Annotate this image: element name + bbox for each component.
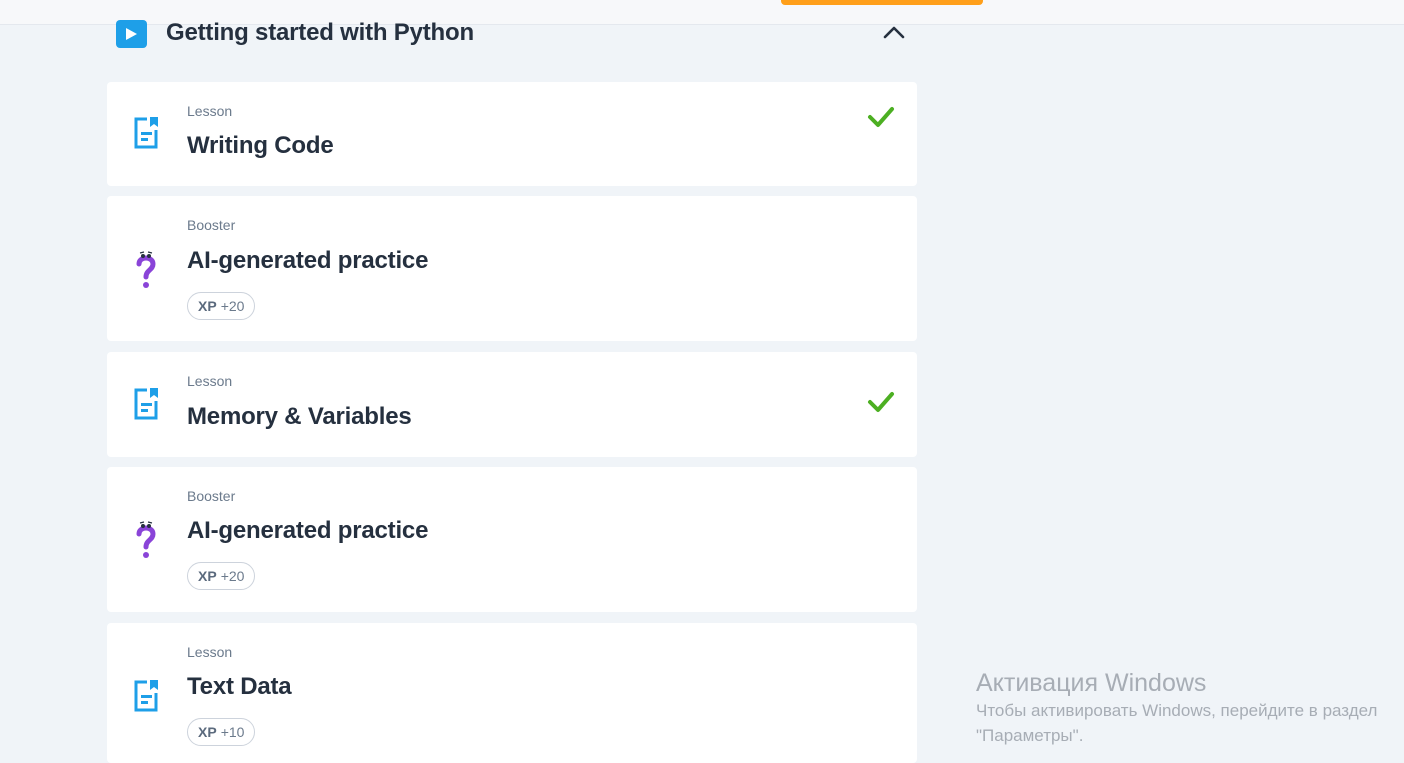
- booster-question-icon: [136, 251, 156, 288]
- xp-badge: XP +20: [187, 292, 256, 320]
- item-type-label: Booster: [187, 488, 236, 504]
- booster-question-icon: [136, 521, 156, 558]
- windows-activation-watermark: Активация Windows Чтобы активировать Win…: [976, 668, 1377, 748]
- lesson-document-icon: [134, 117, 158, 149]
- xp-label: XP: [198, 568, 217, 584]
- windows-activation-line1: Чтобы активировать Windows, перейдите в …: [976, 701, 1378, 720]
- xp-value: +10: [220, 724, 245, 740]
- item-type-label: Lesson: [187, 373, 233, 389]
- item-type-label: Lesson: [187, 103, 233, 119]
- lesson-card[interactable]: Lesson Memory & Variables: [107, 352, 917, 457]
- section-title: Getting started with Python: [166, 19, 474, 46]
- lesson-card[interactable]: Lesson Text Data XP +10: [107, 623, 917, 763]
- lesson-document-icon: [134, 680, 158, 712]
- item-type-label: Booster: [187, 217, 236, 233]
- item-title: AI-generated practice: [187, 247, 429, 274]
- item-type-label: Lesson: [187, 644, 233, 660]
- item-title: Memory & Variables: [187, 403, 412, 430]
- item-title: AI-generated practice: [187, 517, 429, 544]
- windows-activation-line2: "Параметры".: [976, 726, 1084, 745]
- section-header[interactable]: Getting started with Python: [116, 18, 918, 52]
- xp-value: +20: [220, 568, 245, 584]
- windows-activation-title: Активация Windows: [976, 669, 1207, 697]
- item-title: Writing Code: [187, 132, 334, 159]
- lesson-card[interactable]: Lesson Writing Code: [107, 82, 917, 186]
- play-icon: [116, 20, 147, 48]
- check-icon: [868, 392, 894, 412]
- xp-label: XP: [198, 298, 217, 314]
- check-icon: [868, 107, 894, 127]
- lesson-document-icon: [134, 388, 158, 420]
- xp-value: +20: [220, 298, 245, 314]
- booster-card[interactable]: Booster AI-generated practice XP +20: [107, 467, 917, 612]
- top-action-button[interactable]: [781, 0, 983, 5]
- chevron-up-icon[interactable]: [883, 25, 905, 39]
- xp-badge: XP +10: [187, 718, 256, 746]
- xp-badge: XP +20: [187, 562, 256, 590]
- xp-label: XP: [198, 724, 217, 740]
- booster-card[interactable]: Booster AI-generated practice XP +20: [107, 196, 917, 341]
- item-title: Text Data: [187, 673, 292, 700]
